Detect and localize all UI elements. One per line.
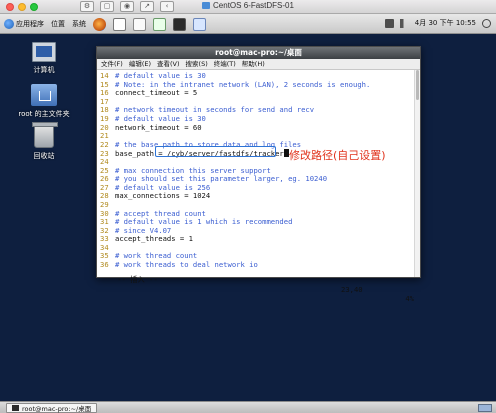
menu-terminal[interactable]: 终端(T) <box>214 59 236 69</box>
desktop-icon-label: 计算机 <box>33 66 55 74</box>
terminal-icon[interactable] <box>173 17 186 31</box>
code-text: accept_threads = 1 <box>115 234 193 244</box>
mail-icon[interactable] <box>113 17 126 31</box>
terminal-icon <box>12 405 19 411</box>
vm-icon <box>202 2 211 9</box>
highlight-box <box>155 146 276 157</box>
desktop-icon-label: root 的主文件夹 <box>18 110 70 118</box>
vim-cursor-position: 23,40 <box>341 285 363 294</box>
code-line: 33 accept_threads = 1 <box>100 234 420 244</box>
taskbar-item-terminal[interactable]: root@mac-pro:~/桌面 <box>6 403 98 413</box>
calc-icon[interactable] <box>153 17 166 31</box>
bottom-taskbar: root@mac-pro:~/桌面 <box>0 401 496 413</box>
scrollbar-thumb[interactable] <box>416 70 419 100</box>
code-text: network_timeout = 60 <box>115 122 202 132</box>
menu-system[interactable]: 系统 <box>72 17 86 31</box>
menu-applications[interactable]: 应用程序 <box>4 17 44 31</box>
vim-scroll-percent: 4% <box>405 294 414 303</box>
home-folder-icon <box>31 84 57 106</box>
terminal-menubar: 文件(F) 编辑(E) 查看(V) 搜索(S) 终端(T) 帮助(H) <box>97 59 420 70</box>
code-line: 28 max_connections = 1024 <box>100 192 420 201</box>
vim-status-line: -- 插入 -- 23,40 4% <box>97 266 420 303</box>
document-icon[interactable] <box>133 17 146 31</box>
firefox-icon[interactable] <box>93 17 106 31</box>
network-icon[interactable] <box>384 18 394 28</box>
applications-logo-icon <box>4 19 14 29</box>
code-text: connect_timeout = 5 <box>115 88 198 98</box>
vm-title-text: CentOS 6-FastDFS-01 <box>213 1 294 10</box>
terminal-text-area[interactable]: 14 # default value is 30 15 # Note: in the … <box>97 70 420 277</box>
code-line: 16 connect_timeout = 5 <box>100 88 420 98</box>
vim-mode: -- 插入 -- <box>117 275 158 284</box>
menu-file[interactable]: 文件(F) <box>101 59 123 69</box>
workspace-switcher[interactable] <box>478 404 492 412</box>
menu-view[interactable]: 查看(V) <box>157 59 180 69</box>
menu-help[interactable]: 帮助(H) <box>242 59 265 69</box>
power-icon[interactable] <box>482 18 491 28</box>
vm-window-titlebar: ⚙ ▢ ◉ ↗ ‹ CentOS 6-FastDFS-01 <box>0 0 496 14</box>
volume-icon[interactable] <box>399 18 409 28</box>
image-icon[interactable] <box>193 17 206 31</box>
computer-icon <box>32 42 56 62</box>
desktop-icon-home[interactable]: root 的主文件夹 <box>14 84 74 119</box>
desktop-icon-computer[interactable]: 计算机 <box>14 42 74 75</box>
code-line: 20 network_timeout = 60 <box>100 122 420 133</box>
line-number: 22 <box>100 139 109 149</box>
menu-applications-label: 应用程序 <box>16 20 44 28</box>
menu-places[interactable]: 位置 <box>51 17 65 31</box>
taskbar-item-label: root@mac-pro:~/桌面 <box>22 405 92 413</box>
menu-places-label: 位置 <box>51 20 65 28</box>
desktop-icon-label: 回收站 <box>33 152 55 160</box>
code-text: max_connections = 1024 <box>115 191 211 201</box>
terminal-title[interactable]: root@mac-pro:~/桌面 <box>97 47 420 59</box>
menu-system-label: 系统 <box>72 20 86 28</box>
top-panel: 应用程序 位置 系统 4月 30 下午 10:55 <box>0 14 496 34</box>
trash-icon <box>32 122 58 148</box>
vm-window-title: CentOS 6-FastDFS-01 <box>0 1 496 10</box>
menu-edit[interactable]: 编辑(E) <box>129 59 151 69</box>
panel-clock[interactable]: 4月 30 下午 10:55 <box>415 18 476 28</box>
annotation-text: 修改路径(自己设置) <box>289 149 386 162</box>
desktop-icon-trash[interactable]: 回收站 <box>14 122 74 161</box>
terminal-scrollbar[interactable] <box>414 70 420 277</box>
menu-search[interactable]: 搜索(S) <box>186 59 208 69</box>
